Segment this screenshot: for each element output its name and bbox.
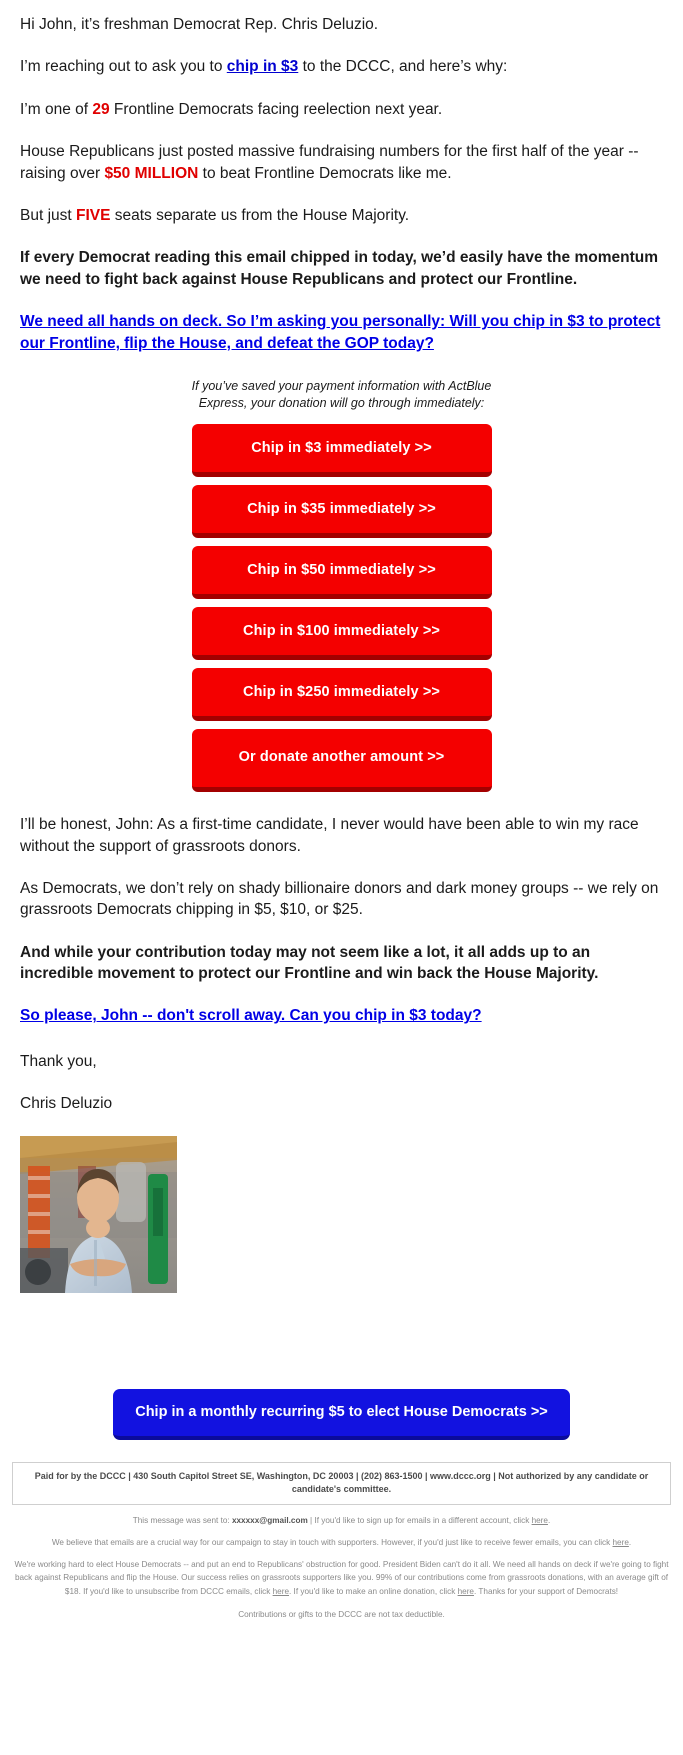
frontline-text-after: Frontline Democrats facing reelection ne… bbox=[109, 100, 443, 118]
ask-text-before: I’m reaching out to ask you to bbox=[20, 58, 227, 76]
recipient-email: xxxxxx@gmail.com bbox=[231, 1515, 308, 1525]
five-seats-before: But just bbox=[20, 206, 76, 224]
donate-button-100[interactable]: Chip in $100 immediately >> bbox=[191, 607, 492, 661]
five-seats-after: seats separate us from the House Majorit… bbox=[110, 206, 410, 224]
donate-button-35[interactable]: Chip in $35 immediately >> bbox=[191, 485, 492, 539]
unsubscribe-link[interactable]: here bbox=[273, 1587, 289, 1596]
donate-button-250[interactable]: Chip in $250 immediately >> bbox=[191, 668, 492, 722]
sent-to-end: . bbox=[547, 1515, 551, 1525]
signoff-paragraph: Thank you, bbox=[20, 1053, 97, 1071]
frontline-text-before: I’m one of bbox=[20, 100, 93, 118]
donate-button-50[interactable]: Chip in $50 immediately >> bbox=[191, 546, 492, 600]
ask-text-after: to the DCCC, and here’s why: bbox=[298, 58, 508, 76]
online-donation-link[interactable]: here bbox=[458, 1587, 474, 1596]
all-hands-link-paragraph: We need all hands on deck. So I’m asking… bbox=[20, 311, 663, 354]
contribution-adds-up-paragraph: And while your contribution today may no… bbox=[20, 943, 599, 982]
greeting-paragraph: Hi John, it’s freshman Democrat Rep. Chr… bbox=[20, 16, 379, 33]
grassroots-paragraph: As Democrats, we don’t rely on shady bil… bbox=[20, 879, 659, 919]
frontline-count-number: 29 bbox=[92, 100, 110, 118]
signature-name: Chris Deluzio bbox=[20, 1095, 113, 1113]
frontline-count-paragraph: I’m one of 29 Frontline Democrats facing… bbox=[20, 99, 663, 120]
footer-block-part3: . Thanks for your support of Democrats! bbox=[473, 1586, 619, 1596]
fifty-million-emphasis: $50 MILLION bbox=[104, 164, 199, 182]
footer-block-part2: . If you'd like to make an online donati… bbox=[289, 1586, 458, 1596]
donation-button-stack: Chip in $3 immediately >> Chip in $35 im… bbox=[191, 424, 492, 793]
so-please-link-paragraph: So please, John -- don't scroll away. Ca… bbox=[20, 1005, 663, 1027]
momentum-paragraph: If every Democrat reading this email chi… bbox=[20, 249, 658, 288]
chris-deluzio-photo bbox=[20, 1135, 177, 1293]
sent-to-line: This message was sent to: xxxxxx@gmail.c… bbox=[28, 1515, 655, 1528]
fewer-emails-link[interactable]: here bbox=[613, 1538, 629, 1547]
first-time-candidate-paragraph: I’ll be honest, John: As a first-time ca… bbox=[20, 816, 639, 855]
signature-photo-wrapper bbox=[20, 1135, 663, 1293]
monthly-recurring-cta-button[interactable]: Chip in a monthly recurring $5 to elect … bbox=[113, 1388, 570, 1440]
fewer-emails-text: We believe that emails are a crucial way… bbox=[51, 1537, 613, 1547]
donate-button-3[interactable]: Chip in $3 immediately >> bbox=[191, 424, 492, 478]
email-body: Hi John, it’s freshman Democrat Rep. Chr… bbox=[0, 0, 683, 1389]
donate-button-other-amount[interactable]: Or donate another amount >> bbox=[191, 729, 492, 793]
fewer-emails-end: . bbox=[628, 1537, 632, 1547]
all-hands-on-deck-link[interactable]: We need all hands on deck. So I’m asking… bbox=[20, 313, 660, 352]
gop-fundraising-paragraph: House Republicans just posted massive fu… bbox=[20, 141, 663, 184]
five-seats-paragraph: But just FIVE seats separate us from the… bbox=[20, 205, 663, 226]
gop-text-after: to beat Frontline Democrats like me. bbox=[198, 164, 452, 182]
recurring-cta-wrapper: Chip in a monthly recurring $5 to elect … bbox=[0, 1388, 683, 1440]
tax-deductible-note: Contributions or gifts to the DCCC are n… bbox=[238, 1609, 445, 1619]
bottom-spacer bbox=[20, 1293, 663, 1389]
actblue-express-note: If you’ve saved your payment information… bbox=[191, 379, 492, 411]
fewer-emails-line: We believe that emails are a crucial way… bbox=[28, 1537, 655, 1550]
so-please-chip-in-link[interactable]: So please, John -- don't scroll away. Ca… bbox=[20, 1007, 482, 1024]
ask-paragraph: I’m reaching out to ask you to chip in $… bbox=[20, 56, 663, 77]
sent-to-prefix: This message was sent to: bbox=[132, 1515, 232, 1525]
chip-in-3-link[interactable]: chip in $3 bbox=[227, 58, 299, 75]
signup-different-account-link[interactable]: here bbox=[532, 1516, 548, 1525]
footer-long-disclaimer: We're working hard to elect House Democr… bbox=[14, 1558, 669, 1597]
five-emphasis: FIVE bbox=[76, 206, 111, 224]
paid-for-disclaimer: Paid for by the DCCC | 430 South Capitol… bbox=[12, 1461, 671, 1505]
sent-to-middle: | If you'd like to sign up for emails in… bbox=[307, 1515, 532, 1525]
